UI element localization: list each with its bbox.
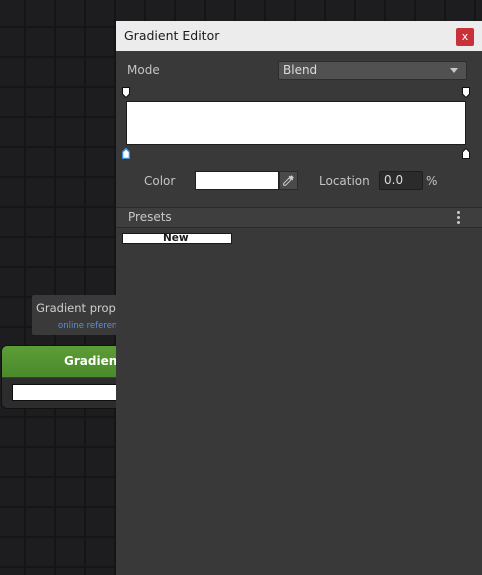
color-swatch-field[interactable] (195, 171, 279, 190)
location-label: Location (319, 174, 370, 188)
chevron-down-icon (450, 68, 458, 73)
gradient-editor-window: Gradient Editor x Mode Blend Color Locat… (116, 21, 482, 575)
gradient-preview-bar[interactable] (126, 101, 466, 145)
gradient-property-node[interactable]: Gradient (1, 345, 133, 409)
location-value: 0.0 (384, 173, 404, 187)
color-key-start-marker-selected[interactable] (122, 148, 130, 159)
mode-dropdown[interactable]: Blend (278, 61, 467, 80)
location-input[interactable]: 0.0 (379, 171, 423, 190)
kebab-menu-icon[interactable] (455, 211, 461, 225)
alpha-key-end-marker[interactable] (462, 87, 470, 98)
presets-header: Presets (116, 207, 482, 228)
mode-label: Mode (127, 63, 160, 77)
presets-title: Presets (128, 210, 172, 224)
close-button[interactable]: x (456, 28, 474, 46)
window-titlebar[interactable]: Gradient Editor x (116, 21, 482, 51)
node-gradient-swatch[interactable] (12, 384, 126, 401)
eyedropper-button[interactable] (279, 171, 298, 190)
preset-new-button[interactable]: New (122, 232, 232, 244)
color-label: Color (144, 174, 176, 188)
eyedropper-icon (283, 175, 294, 186)
color-key-end-marker[interactable] (462, 148, 470, 159)
node-title: Gradient (64, 354, 123, 368)
preset-new-label: New (163, 232, 189, 244)
tooltip-title: Gradient prope (36, 301, 123, 315)
location-unit: % (426, 174, 438, 188)
window-title: Gradient Editor (124, 28, 220, 43)
online-reference-link[interactable]: online referenc (58, 321, 122, 331)
alpha-key-start-marker[interactable] (122, 87, 130, 98)
mode-value: Blend (283, 63, 318, 77)
